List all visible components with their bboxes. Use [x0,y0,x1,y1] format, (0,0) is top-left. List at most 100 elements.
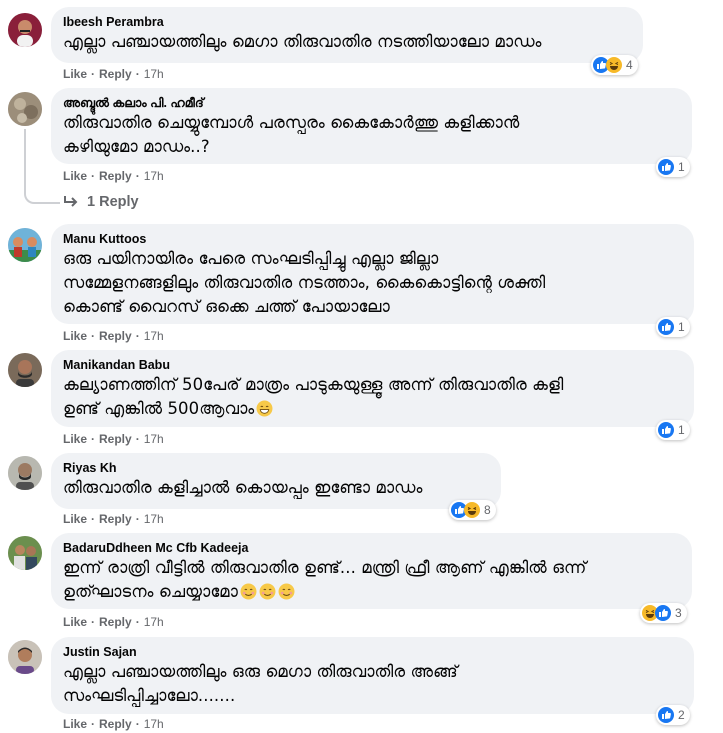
separator: · [91,717,96,731]
avatar[interactable] [8,228,42,262]
timestamp[interactable]: 17h [144,67,164,81]
reply-button[interactable]: Reply [99,615,132,629]
like-button[interactable]: Like [63,512,87,526]
reply-button[interactable]: Reply [99,717,132,731]
comment-author[interactable]: Justin Sajan [63,644,682,660]
comment-text-content: കല്യാണത്തിന് 50പേര് മാത്രം പാടുകയുള്ളൂ അ… [63,375,564,418]
haha-reaction-icon [606,57,622,73]
reaction-summary[interactable]: 1 [656,420,690,440]
reaction-summary[interactable]: 1 [656,317,690,337]
comment-text: തിരുവാതിര കളിച്ചാൽ കൊയപ്പം ഇണ്ടോ മാഡം [63,478,423,497]
reaction-count: 3 [675,606,682,620]
timestamp[interactable]: 17h [144,512,164,526]
reaction-summary[interactable]: 3 [640,603,687,623]
like-button[interactable]: Like [63,329,87,343]
separator: · [135,432,140,446]
reaction-summary[interactable]: 8 [449,500,496,520]
comment-bubble: Justin Sajan എല്ലാ പഞ്ചായത്തിലും ഒരു മെഗ… [51,637,694,714]
separator: · [91,329,96,343]
separator: · [91,67,96,81]
comment-author[interactable]: Ibeesh Perambra [63,14,631,30]
timestamp[interactable]: 17h [144,432,164,446]
comment-text-content: ഇന്ന് രാത്രി വീട്ടിൽ തിരുവാതിര ഉണ്ട്... … [63,558,587,601]
comment-actions: Like · Reply · 17h [63,67,164,81]
comment-text: ഇന്ന് രാത്രി വീട്ടിൽ തിരുവാതിര ഉണ്ട്... … [63,556,680,604]
like-button[interactable]: Like [63,717,87,731]
separator: · [135,717,140,731]
like-reaction-icon [658,319,674,335]
reaction-summary[interactable]: 1 [656,157,690,177]
separator: · [91,432,96,446]
reaction-count: 1 [678,423,685,437]
comment-bubble: അബ്ദുൽ കലാം പി. ഹമീദ് തിരുവാതിര ചെയ്യുമ്… [51,88,692,164]
separator: · [91,169,96,183]
reply-button[interactable]: Reply [99,67,132,81]
comment-actions: Like · Reply · 17h [63,512,164,526]
separator: · [91,615,96,629]
comment-actions: Like · Reply · 17h [63,169,164,183]
timestamp[interactable]: 17h [144,169,164,183]
comment-actions: Like · Reply · 17h [63,717,164,731]
comment-author[interactable]: BadaruDdheen Mc Cfb Kadeeja [63,540,680,556]
reaction-count: 4 [626,58,633,72]
smiling-emoji-icon [278,583,295,600]
like-reaction-icon [658,422,674,438]
avatar[interactable] [8,353,42,387]
reaction-summary[interactable]: 4 [591,55,638,75]
avatar[interactable] [8,92,42,126]
separator: · [135,615,140,629]
comment-bubble: Manu Kuttoos ഒരു പയിനായിരം പേരെ സംഘടിപ്പ… [51,224,694,324]
reaction-count: 1 [678,160,685,174]
comment-text: തിരുവാതിര ചെയ്യുമ്പോൾ പരസ്പരം കൈകോർത്തു … [63,113,520,156]
like-reaction-icon [658,707,674,723]
comment-text: കല്യാണത്തിന് 50പേര് മാത്രം പാടുകയുള്ളൂ അ… [63,373,682,421]
reaction-count: 1 [678,320,685,334]
like-reaction-icon [655,605,671,621]
view-replies-label[interactable]: 1 Reply [87,194,139,210]
reply-button[interactable]: Reply [99,512,132,526]
like-button[interactable]: Like [63,169,87,183]
timestamp[interactable]: 17h [144,615,164,629]
comment-author[interactable]: അബ്ദുൽ കലാം പി. ഹമീദ് [63,95,680,111]
grinning-emoji-icon [256,400,273,417]
smiling-emoji-icon [240,583,257,600]
timestamp[interactable]: 17h [144,717,164,731]
avatar[interactable] [8,536,42,570]
avatar[interactable] [8,640,42,674]
comment-actions: Like · Reply · 17h [63,615,164,629]
reply-button[interactable]: Reply [99,169,132,183]
timestamp[interactable]: 17h [144,329,164,343]
comment-text: എല്ലാ പഞ്ചായത്തിലും മെഗാ തിരുവാതിര നടത്ത… [63,32,542,51]
like-button[interactable]: Like [63,432,87,446]
like-button[interactable]: Like [63,615,87,629]
comment-bubble: Ibeesh Perambra എല്ലാ പഞ്ചായത്തിലും മെഗാ… [51,7,643,63]
haha-reaction-icon [464,502,480,518]
avatar[interactable] [8,456,42,490]
reply-button[interactable]: Reply [99,432,132,446]
comment-author[interactable]: Manikandan Babu [63,357,682,373]
separator: · [135,329,140,343]
reply-button[interactable]: Reply [99,329,132,343]
comment-text: ഒരു പയിനായിരം പേരെ സംഘടിപ്പിച്ചു എല്ലാ ജ… [63,249,546,316]
like-reaction-icon [658,159,674,175]
comment-author[interactable]: Riyas Kh [63,460,489,476]
smiling-emoji-icon [259,583,276,600]
separator: · [135,169,140,183]
comment-bubble: Manikandan Babu കല്യാണത്തിന് 50പേര് മാത്… [51,350,694,427]
comment-bubble: Riyas Kh തിരുവാതിര കളിച്ചാൽ കൊയപ്പം ഇണ്ട… [51,453,501,509]
comment-text: എല്ലാ പഞ്ചായത്തിലും ഒരു മെഗാ തിരുവാതിര അ… [63,662,458,705]
view-replies-link[interactable]: 1 Reply [63,194,139,210]
reaction-count: 8 [484,503,491,517]
separator: · [91,512,96,526]
comment-author[interactable]: Manu Kuttoos [63,231,682,247]
like-button[interactable]: Like [63,67,87,81]
reaction-summary[interactable]: 2 [656,705,690,725]
avatar[interactable] [8,13,42,47]
reaction-count: 2 [678,708,685,722]
comment-actions: Like · Reply · 17h [63,432,164,446]
comment-bubble: BadaruDdheen Mc Cfb Kadeeja ഇന്ന് രാത്രി… [51,533,692,609]
reply-arrow-icon [64,196,78,207]
separator: · [135,512,140,526]
comment-actions: Like · Reply · 17h [63,329,164,343]
separator: · [135,67,140,81]
